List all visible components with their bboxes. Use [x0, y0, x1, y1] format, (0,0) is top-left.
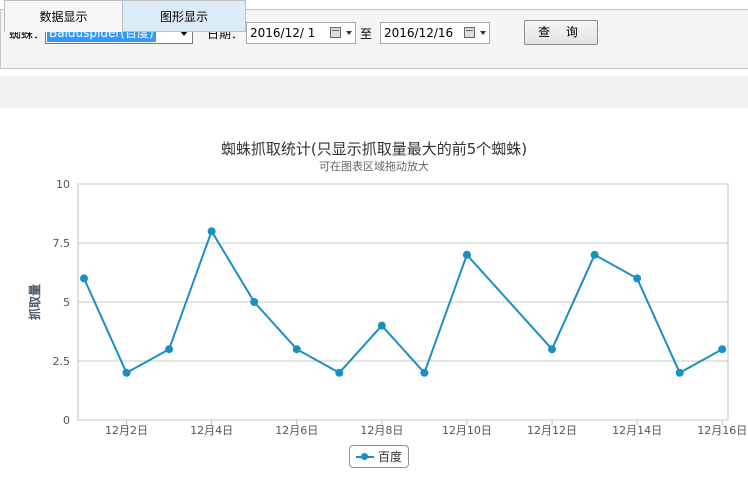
data-point: [292, 345, 301, 354]
data-point: [165, 345, 174, 354]
data-point: [377, 321, 386, 330]
legend-item[interactable]: 百度: [349, 445, 409, 468]
y-tick-label: 5: [63, 296, 70, 309]
data-point: [462, 250, 471, 259]
data-point: [335, 368, 344, 377]
x-tick-label: 12月16日: [697, 424, 747, 437]
data-point: [633, 274, 642, 283]
data-point: [548, 345, 557, 354]
y-tick-label: 0: [63, 414, 70, 427]
data-point: [207, 227, 216, 236]
x-tick-label: 12月10日: [442, 424, 492, 437]
y-tick-label: 10: [56, 178, 70, 191]
x-tick-label: 12月4日: [190, 424, 233, 437]
x-tick-label: 12月6日: [275, 424, 318, 437]
y-axis-title: 抓取量: [27, 284, 42, 320]
line-chart[interactable]: 0 2.5 5 7.5 10 12月2日 12月4日 12月6日 12月8日 12月10日 12月1…: [0, 0, 748, 479]
x-tick-label: 12月2日: [105, 424, 148, 437]
data-point: [80, 274, 88, 283]
x-tick-label: 12月14日: [612, 424, 662, 437]
data-point: [590, 250, 599, 259]
x-tick-label: 12月12日: [527, 424, 577, 437]
x-tick-label: 12月8日: [360, 424, 403, 437]
y-tick-label: 7.5: [53, 237, 71, 250]
data-point: [420, 368, 429, 377]
data-point: [250, 298, 259, 306]
legend-dot-marker: [361, 453, 368, 460]
data-point: [675, 368, 684, 377]
y-tick-label: 2.5: [53, 355, 71, 368]
legend-label: 百度: [378, 450, 403, 464]
data-point: [718, 345, 727, 354]
data-point: [122, 368, 131, 377]
